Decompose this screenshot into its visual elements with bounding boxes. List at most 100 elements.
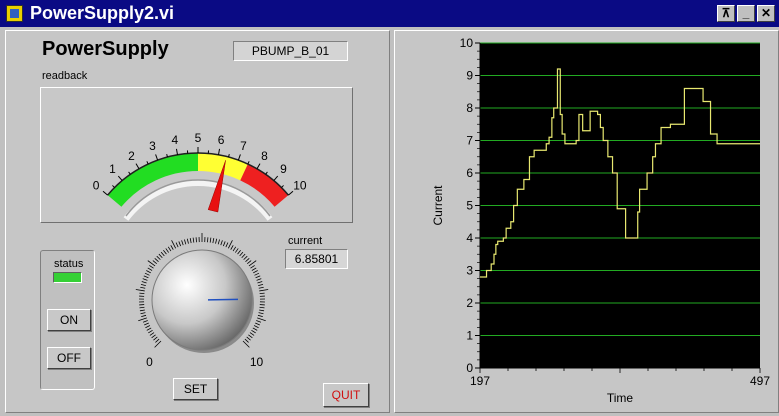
gauge-tick: [112, 185, 115, 188]
knob-tick: [144, 272, 150, 276]
gauge-tick-label: 9: [280, 162, 287, 176]
x-tick-label-min: 197: [470, 374, 490, 388]
pin-button[interactable]: ⊼: [717, 5, 735, 22]
y-axis-label: Current: [431, 185, 445, 226]
readback-label: readback: [42, 70, 88, 82]
x-tick-label-max: 497: [750, 374, 770, 388]
knob-tick: [140, 312, 146, 315]
knob-tick: [215, 238, 218, 244]
knob-tick: [239, 251, 244, 257]
knob-tick: [258, 283, 264, 286]
gauge-tick: [273, 175, 279, 181]
knob-tick: [237, 249, 241, 255]
knob-max-label: 10: [250, 355, 264, 369]
knob-tick: [142, 320, 148, 323]
knob-tick: [142, 278, 148, 281]
knob-tick: [165, 248, 169, 253]
knob-tick: [151, 334, 156, 339]
window-title: PowerSupply2.vi: [30, 3, 175, 23]
knob-tick: [140, 286, 146, 289]
knob-tick: [246, 336, 251, 341]
y-tick-label: 0: [466, 361, 473, 375]
on-button[interactable]: ON: [47, 309, 91, 331]
knob-tick: [253, 270, 258, 274]
knob-tick: [258, 286, 264, 289]
knob-tick: [135, 289, 145, 292]
knob-tick: [248, 334, 253, 339]
knob-tick: [154, 258, 159, 262]
knob-tick: [257, 281, 263, 284]
gauge-tick: [237, 154, 241, 161]
y-tick-label: 6: [466, 166, 473, 180]
status-label: status: [54, 258, 84, 270]
knob-tick: [160, 251, 165, 257]
knob-tick: [230, 245, 234, 250]
vi-icon: [6, 5, 23, 22]
minimize-button[interactable]: _: [737, 5, 755, 22]
knob-tick: [217, 239, 220, 245]
close-button[interactable]: ✕: [757, 5, 775, 22]
knob-tick: [243, 255, 248, 260]
knob-tick: [232, 246, 237, 252]
knob-tick: [259, 289, 269, 292]
gauge-tick: [217, 148, 221, 155]
knob-tick: [244, 338, 249, 343]
knob-tick: [212, 238, 215, 244]
current-label: current: [288, 235, 323, 247]
gauge-base-highlight: [123, 180, 273, 221]
gauge-tick: [135, 163, 140, 170]
current-chart: 0 1 2 3 4 5 6 7 8 9 10 197 497 Time Current: [431, 36, 770, 405]
knob-tick: [141, 314, 147, 318]
knob-tick: [167, 246, 172, 252]
gauge-tick-label: 4: [172, 133, 179, 147]
gauge-tick: [247, 161, 250, 165]
knob-tick: [139, 309, 145, 312]
gauge-tick-label: 1: [109, 162, 116, 176]
knob-tick: [222, 241, 226, 247]
current-readout: 6.85801: [285, 249, 348, 269]
gauge-tick-label: 6: [218, 133, 225, 147]
knob-tick: [249, 332, 255, 336]
knob-tick: [256, 320, 262, 323]
knob-tick: [245, 258, 250, 262]
knob-tick: [192, 237, 195, 243]
knob-tick: [186, 238, 189, 244]
y-tick-label: 4: [466, 231, 473, 245]
knob-tick: [149, 265, 154, 269]
gauge-zone-1: [197, 153, 248, 181]
knob-tick: [255, 275, 261, 279]
gauge-tick-label: 8: [261, 149, 268, 163]
knob-tick: [178, 241, 182, 247]
knob-tick: [253, 325, 259, 329]
y-tick-label: 5: [466, 199, 473, 213]
knob-tick: [220, 240, 223, 246]
knob-tick: [255, 322, 260, 326]
knob-tick: [259, 292, 265, 295]
status-led: [53, 272, 82, 283]
app-title: PowerSupply: [42, 38, 169, 60]
gauge-tick: [256, 163, 261, 170]
setpoint-knob[interactable]: 0 10: [112, 228, 292, 378]
knob-tick: [259, 306, 265, 309]
knob-tick: [175, 242, 179, 248]
gauge-tick: [265, 171, 268, 175]
gauge-tick-label: 7: [240, 139, 247, 153]
knob-tick: [235, 248, 239, 253]
knob-tick: [254, 272, 260, 276]
set-button[interactable]: SET: [173, 378, 218, 400]
off-button[interactable]: OFF: [47, 347, 91, 369]
knob-tick: [209, 237, 212, 243]
knob-tick: [158, 253, 163, 258]
quit-button[interactable]: QUIT: [323, 383, 369, 407]
title-bar: PowerSupply2.vi ⊼ _ ✕: [0, 0, 779, 27]
knob-tick: [257, 317, 266, 322]
knob-tick: [170, 245, 174, 250]
knob-tick: [258, 312, 264, 315]
device-name-field[interactable]: PBUMP_B_01: [233, 41, 348, 61]
y-tick-label: 10: [460, 36, 474, 50]
knob-tick: [259, 309, 265, 312]
knob-tick: [251, 267, 257, 271]
knob-tick: [241, 253, 246, 258]
knob-tick: [143, 275, 149, 279]
knob-tick: [145, 325, 151, 329]
